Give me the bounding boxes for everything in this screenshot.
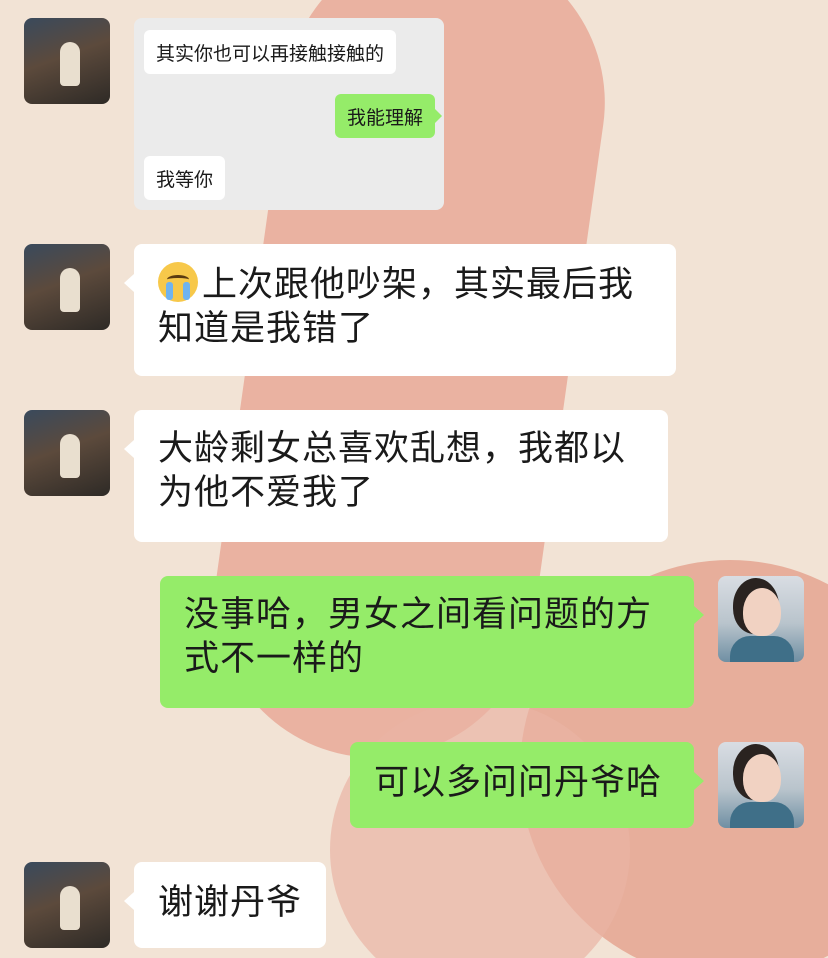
message-line: 谢谢丹爷 <box>158 883 303 923</box>
friend-avatar[interactable] <box>24 410 110 496</box>
message-bubble[interactable]: 没事哈，男女之间看问题的方 式不一样的 <box>160 576 704 708</box>
message-bubble[interactable]: 大龄剩女总喜欢乱想，我都以 为他不爱我了 <box>124 410 668 542</box>
friend-avatar[interactable] <box>24 18 110 104</box>
message-line: 可以多问问丹爷哈 <box>374 763 663 803</box>
crying-face-icon <box>158 262 198 302</box>
quoted-message: 我能理解 <box>335 94 443 138</box>
message-line: 式不一样的 <box>184 638 365 679</box>
my-avatar[interactable] <box>718 576 804 662</box>
friend-avatar[interactable] <box>24 862 110 948</box>
message-line: 没事哈，男女之间看问题的方 <box>184 595 653 635</box>
message-bubble[interactable]: 上次跟他吵架，其实最后我 知道是我错了 <box>124 244 676 376</box>
quoted-chat-card[interactable]: 其实你也可以再接触接触的 我能理解 我等你 <box>134 18 444 210</box>
quoted-message: 其实你也可以再接触接触的 <box>144 30 397 74</box>
message-bubble[interactable]: 可以多问问丹爷哈 <box>350 742 704 828</box>
message-line: 知道是我错了 <box>158 308 375 349</box>
message-line: 上次跟他吵架，其实最后我 <box>158 262 654 308</box>
message-line: 大龄剩女总喜欢乱想，我都以 <box>158 429 627 469</box>
friend-avatar[interactable] <box>24 244 110 330</box>
my-avatar[interactable] <box>718 742 804 828</box>
quoted-message: 我等你 <box>144 156 226 200</box>
message-bubble[interactable]: 谢谢丹爷 <box>124 862 326 948</box>
message-line: 为他不爱我了 <box>158 472 375 513</box>
